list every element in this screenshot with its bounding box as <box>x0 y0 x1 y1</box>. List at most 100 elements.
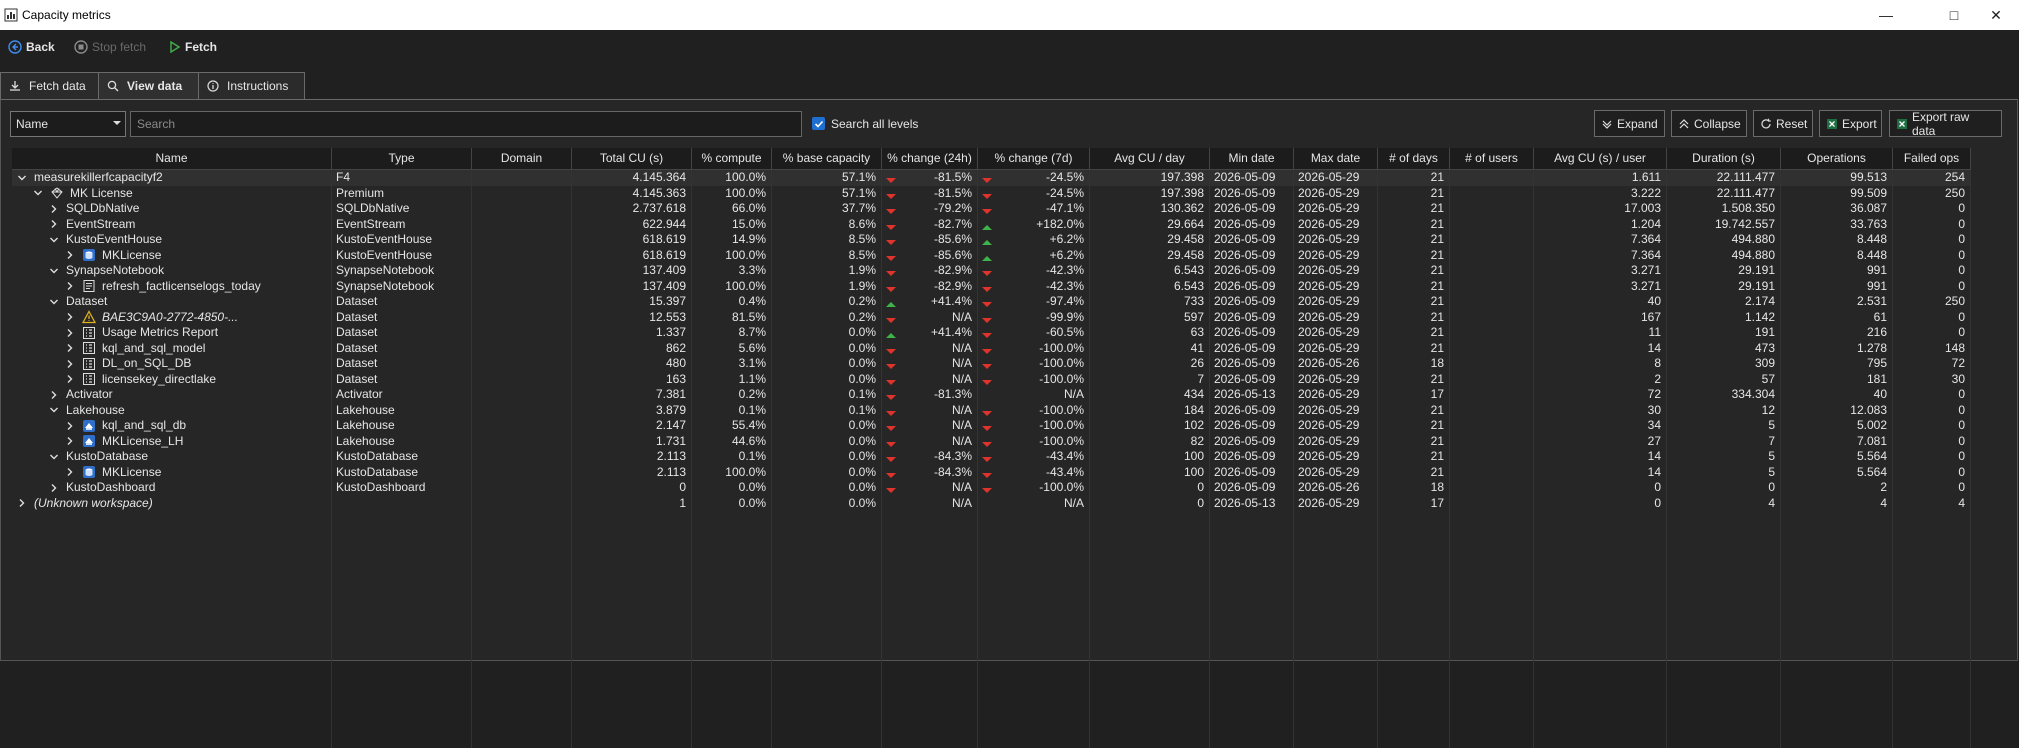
expand-toggle[interactable] <box>16 173 28 183</box>
header-domain-column[interactable]: Domain <box>472 148 572 170</box>
table-row[interactable]: kql_and_sql_model Dataset 862 5.6% 0.0% N/A -1… <box>12 341 1971 357</box>
header-min-date-column[interactable]: Min date <box>1210 148 1294 170</box>
reset-button[interactable]: Reset <box>1753 110 1813 137</box>
chevron-down-icon[interactable] <box>49 452 59 462</box>
table-row[interactable]: MKLicense_LH Lakehouse 1.731 44.6% 0.0% N/A -1… <box>12 434 1971 450</box>
search-all-levels-checkbox[interactable] <box>812 117 825 130</box>
header-total-cu-column[interactable]: Total CU (s) <box>572 148 692 170</box>
search-input[interactable] <box>135 116 779 132</box>
table-row[interactable]: measurekillerfcapacityf2 F4 4.145.364 100.0… <box>12 170 1971 186</box>
header-pct-change-24h-column[interactable]: % change (24h) <box>882 148 978 170</box>
table-row[interactable]: KustoDashboard KustoDashboard 0 0.0% 0.0% N/A… <box>12 480 1971 496</box>
table-row[interactable]: MK License Premium 4.145.363 100.0% 57.1% -81… <box>12 186 1971 202</box>
chevron-right-icon[interactable] <box>65 421 75 431</box>
table-row[interactable]: BAE3C9A0-2772-4850-... Dataset 12.553 81.5%… <box>12 310 1971 326</box>
close-icon[interactable]: ✕ <box>1973 0 2019 30</box>
export-raw-data-button[interactable]: Export raw data <box>1889 110 2002 138</box>
chevron-right-icon[interactable] <box>49 219 59 229</box>
expand-toggle[interactable] <box>64 343 76 353</box>
tab-instructions[interactable]: Instructions <box>198 72 305 99</box>
back-button[interactable]: Back <box>8 30 55 64</box>
header-duration-column[interactable]: Duration (s) <box>1667 148 1781 170</box>
header-operations-column[interactable]: Operations <box>1781 148 1893 170</box>
chevron-down-icon[interactable] <box>49 266 59 276</box>
table-row[interactable]: MKLicense KustoDatabase 2.113 100.0% 0.0% -84… <box>12 465 1971 481</box>
tab-fetch-data[interactable]: Fetch data <box>0 72 99 99</box>
expand-toggle[interactable] <box>48 483 60 493</box>
expand-toggle[interactable] <box>64 436 76 446</box>
minimize-icon[interactable]: — <box>1863 0 1909 30</box>
header-num-days-column[interactable]: # of days <box>1378 148 1450 170</box>
table-row[interactable]: DL_on_SQL_DB Dataset 480 3.1% 0.0% N/A -100.0%… <box>12 356 1971 372</box>
header-failed-ops-column[interactable]: Failed ops <box>1893 148 1971 170</box>
expand-toggle[interactable] <box>48 405 60 415</box>
table-row[interactable]: Lakehouse Lakehouse 3.879 0.1% 0.1% N/A -100.0… <box>12 403 1971 419</box>
table-row[interactable]: KustoEventHouse KustoEventHouse 618.619 14.… <box>12 232 1971 248</box>
header-pct-compute-column[interactable]: % compute <box>692 148 772 170</box>
table-row[interactable]: KustoDatabase KustoDatabase 2.113 0.1% 0.0% -… <box>12 449 1971 465</box>
chevron-right-icon[interactable] <box>65 436 75 446</box>
header-avg-cu-per-user-column[interactable]: Avg CU (s) / user <box>1534 148 1667 170</box>
header-avg-cu-day-column[interactable]: Avg CU / day <box>1090 148 1210 170</box>
chevron-down-icon[interactable] <box>17 173 27 183</box>
search-field[interactable] <box>130 111 802 137</box>
expand-toggle[interactable] <box>48 390 60 400</box>
chevron-right-icon[interactable] <box>65 467 75 477</box>
maximize-icon[interactable]: □ <box>1931 0 1977 30</box>
table-row[interactable]: Activator Activator 7.381 0.2% 0.1% -81.3% N/A… <box>12 387 1971 403</box>
table-row[interactable]: SynapseNotebook SynapseNotebook 137.409 3.3… <box>12 263 1971 279</box>
stop-fetch-button[interactable]: Stop fetch <box>74 30 146 64</box>
header-pct-change-7d-column[interactable]: % change (7d) <box>978 148 1090 170</box>
chevron-down-icon[interactable] <box>49 297 59 307</box>
tab-view-data[interactable]: View data <box>98 72 199 99</box>
expand-toggle[interactable] <box>64 328 76 338</box>
chevron-right-icon[interactable] <box>49 390 59 400</box>
table-row[interactable]: refresh_factlicenselogs_today SynapseNote… <box>12 279 1971 295</box>
expand-toggle[interactable] <box>48 219 60 229</box>
expand-toggle[interactable] <box>48 204 60 214</box>
expand-toggle[interactable] <box>64 281 76 291</box>
chevron-right-icon[interactable] <box>65 343 75 353</box>
expand-toggle[interactable] <box>16 498 28 508</box>
expand-toggle[interactable] <box>48 266 60 276</box>
table-row[interactable]: kql_and_sql_db Lakehouse 2.147 55.4% 0.0% N/A… <box>12 418 1971 434</box>
table-row[interactable]: Dataset Dataset 15.397 0.4% 0.2% +41.4% -97.4%… <box>12 294 1971 310</box>
expand-toggle[interactable] <box>48 297 60 307</box>
table-row[interactable]: licensekey_directlake Dataset 163 1.1% 0.0% N… <box>12 372 1971 388</box>
field-select[interactable]: Name <box>10 111 126 137</box>
chevron-down-icon[interactable] <box>49 405 59 415</box>
table-row[interactable]: SQLDbNative SQLDbNative 2.737.618 66.0% 37.7… <box>12 201 1971 217</box>
header-name-column[interactable]: Name <box>12 148 332 170</box>
chevron-right-icon[interactable] <box>65 359 75 369</box>
expand-toggle[interactable] <box>48 452 60 462</box>
chevron-right-icon[interactable] <box>65 281 75 291</box>
expand-toggle[interactable] <box>64 312 76 322</box>
export-button[interactable]: Export <box>1819 110 1882 137</box>
chevron-right-icon[interactable] <box>49 204 59 214</box>
expand-toggle[interactable] <box>64 250 76 260</box>
fetch-button[interactable]: Fetch <box>169 30 217 64</box>
header-type-column[interactable]: Type <box>332 148 472 170</box>
expand-button[interactable]: Expand <box>1594 110 1665 137</box>
expand-toggle[interactable] <box>32 188 44 198</box>
expand-toggle[interactable] <box>64 359 76 369</box>
chevron-down-icon[interactable] <box>49 235 59 245</box>
chevron-right-icon[interactable] <box>17 498 27 508</box>
table-row[interactable]: Usage Metrics Report Dataset 1.337 8.7% 0.0%… <box>12 325 1971 341</box>
chevron-right-icon[interactable] <box>65 312 75 322</box>
chevron-down-icon[interactable] <box>33 188 43 198</box>
table-row[interactable]: (Unknown workspace) 1 0.0% 0.0% N/A N/A 0 2026-… <box>12 496 1971 512</box>
header-max-date-column[interactable]: Max date <box>1294 148 1378 170</box>
table-row[interactable]: MKLicense KustoEventHouse 618.619 100.0% 8.5… <box>12 248 1971 264</box>
expand-toggle[interactable] <box>64 374 76 384</box>
header-pct-base-capacity-column[interactable]: % base capacity <box>772 148 882 170</box>
expand-toggle[interactable] <box>64 421 76 431</box>
chevron-right-icon[interactable] <box>65 250 75 260</box>
collapse-button[interactable]: Collapse <box>1671 110 1747 137</box>
chevron-right-icon[interactable] <box>49 483 59 493</box>
expand-toggle[interactable] <box>64 467 76 477</box>
chevron-right-icon[interactable] <box>65 374 75 384</box>
expand-toggle[interactable] <box>48 235 60 245</box>
header-num-users-column[interactable]: # of users <box>1450 148 1534 170</box>
chevron-right-icon[interactable] <box>65 328 75 338</box>
